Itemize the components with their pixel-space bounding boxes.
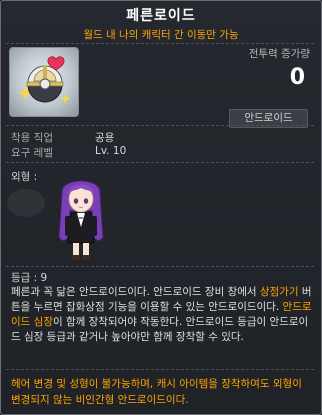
item-warning: 헤어 변경 및 성형이 불가능하며, 캐시 아이템을 장착하여도 외형이 변경되… — [11, 378, 302, 406]
background-ghost-decoration — [7, 189, 45, 217]
item-name: 페른로이드 — [126, 8, 196, 24]
level-value: Lv. 10 — [95, 145, 127, 157]
divider — [6, 125, 314, 126]
android-heart-ball-icon — [18, 56, 71, 104]
item-description: 페른과 꼭 닮은 안드로이드이다. 안드로이드 장비 창에서 상점가기 버튼을 … — [11, 285, 313, 345]
combat-power-value: 0 — [289, 65, 305, 90]
divider — [6, 43, 314, 44]
shop-button-highlight: 상점가기 — [259, 286, 299, 298]
item-subtitle: 월드 내 나의 캐릭터 간 이동만 가능 — [83, 29, 239, 41]
item-tooltip: 페른로이드 월드 내 나의 캐릭터 간 이동만 가능 전투력 증가량 0 안드로… — [0, 0, 322, 415]
job-requirement: 착용 직업 공용 — [11, 130, 114, 145]
job-label: 착용 직업 — [11, 132, 53, 144]
level-requirement: 요구 레벨 Lv. 10 — [11, 145, 126, 160]
level-label: 요구 레벨 — [11, 147, 53, 159]
description-text: 페른과 꼭 닮은 안드로이드이다. 안드로이드 장비 창에서 — [11, 286, 260, 298]
divider — [6, 369, 314, 370]
android-grade: 등급 : 9 — [11, 272, 48, 284]
appearance-label: 외형 : — [11, 171, 38, 183]
job-value: 공용 — [95, 132, 115, 144]
item-icon-frame — [9, 47, 79, 117]
combat-power-label: 전투력 증가량 — [248, 48, 310, 60]
purple-hair-android-icon — [58, 180, 104, 260]
divider — [6, 162, 314, 163]
divider — [6, 266, 314, 267]
description-text: 이 함께 장착되어야 작동한다. 안드로이드 등급이 안드로이드 심장 등급과 … — [11, 316, 309, 343]
